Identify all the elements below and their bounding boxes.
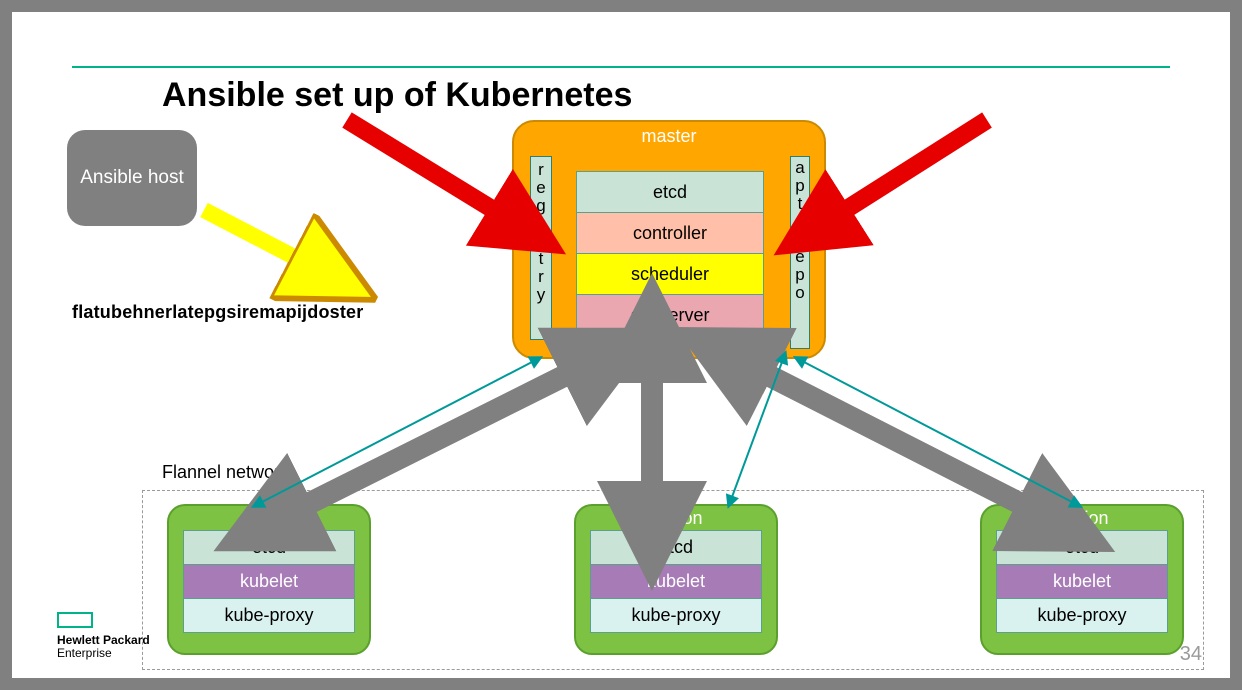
master-cell-scheduler: scheduler [576, 253, 764, 295]
arrow-gray-right [762, 372, 1027, 507]
minion2-proxy: kube-proxy [590, 598, 762, 633]
master-cell-api: api server [576, 294, 764, 336]
minion2-etcd: etcd [590, 530, 762, 565]
arrow-red-left [347, 120, 497, 212]
minion-box-1: minion etcd kubelet kube-proxy [167, 504, 371, 655]
hpe-logo-icon [57, 612, 93, 628]
minion3-proxy: kube-proxy [996, 598, 1168, 633]
hpe-logo-line2: Enterprise [57, 646, 112, 660]
minion3-etcd: etcd [996, 530, 1168, 565]
minion-title-1: minion [169, 506, 369, 531]
minion-title-2: minion [576, 506, 776, 531]
arrow-yellow [204, 210, 300, 260]
master-cell-controller: controller [576, 212, 764, 254]
minion-box-3: minion etcd kubelet kube-proxy [980, 504, 1184, 655]
minion1-kubelet: kubelet [183, 564, 355, 599]
minion1-proxy: kube-proxy [183, 598, 355, 633]
hpe-logo-line1: Hewlett Packard [57, 633, 150, 647]
slide: Ansible set up of Kubernetes Ansible hos… [12, 12, 1230, 678]
arrow-teal-mid [732, 362, 782, 497]
apt-repo-label: aptrepo [795, 158, 804, 302]
apt-repo-box: aptrepo [790, 156, 810, 349]
page-number: 34 [1180, 643, 1202, 666]
arrow-teal-right [804, 362, 1072, 502]
flannel-label: Flannel network [162, 462, 289, 483]
registry-label: registry [536, 160, 545, 304]
minion-box-2: minion etcd kubelet kube-proxy [574, 504, 778, 655]
minion-title-3: minion [982, 506, 1182, 531]
arrow-teal-left [262, 362, 532, 502]
arrow-red-right [842, 120, 987, 212]
master-box: master registry aptrepo etcd controller … [512, 120, 826, 359]
master-cell-etcd: etcd [576, 171, 764, 213]
overlapped-text: flatubehnerlatepgsiremapijdoster [72, 302, 363, 323]
master-stack: etcd controller scheduler api server [576, 172, 764, 336]
minion2-kubelet: kubelet [590, 564, 762, 599]
master-title: master [514, 122, 824, 147]
hpe-logo: Hewlett Packard Enterprise [57, 612, 150, 660]
minion3-kubelet: kubelet [996, 564, 1168, 599]
page-title: Ansible set up of Kubernetes [162, 76, 632, 115]
arrow-gray-left [302, 372, 572, 507]
ansible-host-label: Ansible host [80, 167, 184, 190]
minion1-etcd: etcd [183, 530, 355, 565]
accent-line [72, 66, 1170, 68]
ansible-host-box: Ansible host [67, 130, 197, 226]
registry-box: registry [530, 156, 552, 340]
